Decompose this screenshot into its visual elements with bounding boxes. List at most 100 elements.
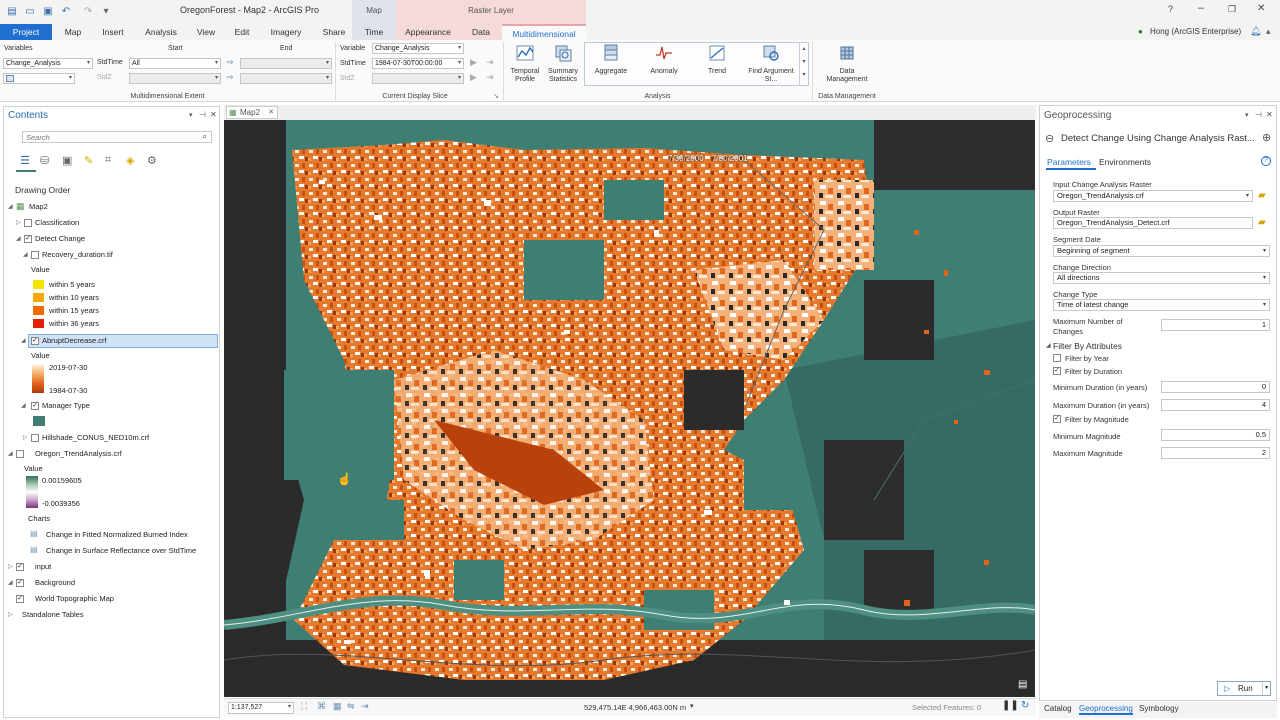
data-management-button[interactable]: Data Management <box>818 43 876 84</box>
contents-search-input[interactable]: Search ⌕ <box>22 131 212 143</box>
color-dropdown[interactable]: ▾ <box>3 73 75 84</box>
signed-in-user[interactable]: Hong (ArcGIS Enterprise) <box>1150 27 1241 36</box>
max-duration-input[interactable]: 4 <box>1161 399 1270 411</box>
expand-icon[interactable]: ◢ <box>21 401 26 411</box>
aggregate-button[interactable]: Aggregate <box>590 43 632 76</box>
expand-icon[interactable]: ◢ <box>21 336 26 346</box>
grid-icon[interactable]: ▦ <box>333 701 342 712</box>
tree-hillshade[interactable]: Hillshade_CONUS_NED10m.crf <box>42 433 149 443</box>
refresh-icon[interactable]: ↻ <box>1021 700 1029 711</box>
min-duration-input[interactable]: 0 <box>1161 381 1270 393</box>
tab-imagery[interactable]: Imagery <box>262 24 310 40</box>
map-tab[interactable]: ▦ Map2 ✕ <box>226 106 278 119</box>
list-by-perspective-icon[interactable]: ⚙ <box>147 154 157 167</box>
expand-icon[interactable]: ◢ <box>8 449 13 459</box>
save-icon[interactable]: ▣ <box>42 6 54 18</box>
navigator-icon[interactable]: ⌘ <box>317 701 326 712</box>
filter-by-attributes-heading[interactable]: Filter By Attributes <box>1053 341 1122 351</box>
expand-icon[interactable]: ◢ <box>8 202 13 212</box>
next-z-icon[interactable]: ⇥ <box>486 72 494 83</box>
selected-features[interactable]: Selected Features: 0 <box>912 703 981 712</box>
checkbox-filter-year[interactable] <box>1053 354 1061 362</box>
customize-toolbar-icon[interactable]: ▾ <box>100 6 112 18</box>
expand-icon[interactable]: ◢ <box>23 250 28 260</box>
snapping-icon[interactable]: ⇥ <box>361 701 369 712</box>
change-direction-dropdown[interactable]: All directions ▾ <box>1053 272 1270 284</box>
variables-dropdown[interactable]: Change_Analysis ▾ <box>3 58 93 69</box>
gallery-scroll[interactable]: ▴ ▾ ▾ <box>799 43 808 85</box>
constraints-icon[interactable]: ⇋ <box>347 701 355 712</box>
checkbox-manager-type[interactable]: ✓ <box>31 402 39 410</box>
list-by-source-icon[interactable]: ⛁ <box>40 154 49 167</box>
temporal-profile-button[interactable]: Temporal Profile <box>507 43 543 84</box>
collapse-ribbon-icon[interactable]: ▴ <box>1266 26 1271 37</box>
trend-button[interactable]: Trend <box>698 43 736 76</box>
checkbox-background[interactable]: ✓ <box>16 579 24 587</box>
tree-world-topographic-map[interactable]: World Topographic Map <box>35 594 114 604</box>
pane-options-icon[interactable]: ▾ <box>1245 111 1249 119</box>
min-magnitude-input[interactable]: 0.5 <box>1161 429 1270 441</box>
cds-stdtime-dropdown[interactable]: 1984-07-30T00:00:00 ▾ <box>372 58 464 69</box>
new-project-icon[interactable]: ▤ <box>6 6 18 18</box>
checkbox-hillshade[interactable] <box>31 434 39 442</box>
checkbox-world-topo[interactable]: ✓ <box>16 595 24 603</box>
tab-catalog[interactable]: Catalog <box>1044 704 1072 713</box>
pin-icon[interactable]: ⊣ <box>199 110 206 119</box>
gallery-expand-icon[interactable]: ▾ <box>800 69 808 82</box>
anomaly-button[interactable]: Anomaly <box>645 43 683 76</box>
checkbox-filter-duration[interactable]: ✓ <box>1053 367 1061 375</box>
output-raster-input[interactable]: Oregon_TrendAnalysis_Detect.crf <box>1053 217 1253 229</box>
tab-environments[interactable]: Environments <box>1099 157 1151 167</box>
scale-dropdown[interactable]: 1:137,527 ▾ <box>228 702 294 714</box>
input-raster-dropdown[interactable]: Oregon_TrendAnalysis.crf ▾ <box>1053 190 1253 202</box>
stdz-start-dropdown[interactable]: ▾ <box>129 73 221 84</box>
list-by-drawing-order-icon[interactable]: ☰ <box>20 154 30 167</box>
find-argument-statistics-button[interactable]: Find Argument St... <box>745 43 797 84</box>
play-icon[interactable]: ▶ <box>470 57 477 68</box>
maximize-icon[interactable]: ❐ <box>1228 4 1236 15</box>
help-icon[interactable]: ? <box>1168 4 1173 14</box>
notifications-icon[interactable]: 🔔︎ <box>1250 26 1261 37</box>
tree-map2[interactable]: Map2 <box>29 202 48 212</box>
tree-manager-type[interactable]: Manager Type <box>42 401 90 411</box>
collapse-icon[interactable]: ▷ <box>23 433 28 443</box>
coordinates-dropdown-icon[interactable]: ▾ <box>690 702 694 710</box>
add-icon[interactable]: ⊕ <box>1262 131 1271 144</box>
list-by-snapping-icon[interactable]: ⌗ <box>105 154 111 167</box>
chart-item-burned-index[interactable]: Change in Fitted Normalized Burned Index <box>46 530 188 540</box>
tree-trend-analysis[interactable]: Oregon_TrendAnalysis.crf <box>35 449 122 459</box>
cds-variable-dropdown[interactable]: Change_Analysis ▾ <box>372 43 464 54</box>
tab-project[interactable]: Project <box>0 24 52 40</box>
tab-insert[interactable]: Insert <box>94 24 132 40</box>
map-canvas[interactable]: 7/30/2000 7/30/2001 ☝ ▤ <box>224 120 1035 697</box>
open-project-icon[interactable]: ▭ <box>24 6 36 18</box>
tree-standalone-tables[interactable]: Standalone Tables <box>22 610 84 620</box>
collapse-icon[interactable]: ▷ <box>16 218 21 228</box>
expand-icon[interactable]: ◢ <box>8 578 13 588</box>
max-changes-input[interactable]: 1 <box>1161 319 1270 331</box>
checkbox-input[interactable]: ✓ <box>16 563 24 571</box>
close-pane-icon[interactable]: ✕ <box>210 110 217 119</box>
tree-detect-change[interactable]: Detect Change <box>35 234 85 244</box>
next-slice-icon[interactable]: ⇥ <box>486 57 494 68</box>
chart-item-surface-reflectance[interactable]: Change in Surface Reflectance over StdTi… <box>46 546 196 556</box>
checkbox-detect-change[interactable]: ✓ <box>24 235 32 243</box>
tab-analysis[interactable]: Analysis <box>139 24 183 40</box>
cds-stdz-dropdown[interactable]: ▾ <box>372 73 464 84</box>
map-overlay-icon[interactable]: ▤ <box>1018 679 1027 690</box>
tab-multidimensional[interactable]: Multidimensional <box>502 24 586 40</box>
redo-icon[interactable]: ↷ <box>82 6 94 18</box>
collapse-icon[interactable]: ▷ <box>8 562 13 572</box>
checkbox-recovery[interactable] <box>31 251 39 259</box>
checkbox-trend-analysis[interactable] <box>16 450 24 458</box>
checkbox-filter-magnitude[interactable]: ✓ <box>1053 415 1061 423</box>
max-magnitude-input[interactable]: 2 <box>1161 447 1270 459</box>
tab-geoprocessing[interactable]: Geoprocessing <box>1079 704 1133 715</box>
tab-data[interactable]: Data <box>460 24 502 40</box>
list-by-labeling-icon[interactable]: ◈ <box>126 154 134 167</box>
tab-map[interactable]: Map <box>57 24 89 40</box>
search-icon[interactable]: ⌕ <box>203 132 207 142</box>
stdtime-end-dropdown[interactable]: ▾ <box>240 58 332 69</box>
tree-recovery-duration[interactable]: Recovery_duration.tif <box>42 250 113 260</box>
undo-icon[interactable]: ↶ <box>60 6 72 18</box>
